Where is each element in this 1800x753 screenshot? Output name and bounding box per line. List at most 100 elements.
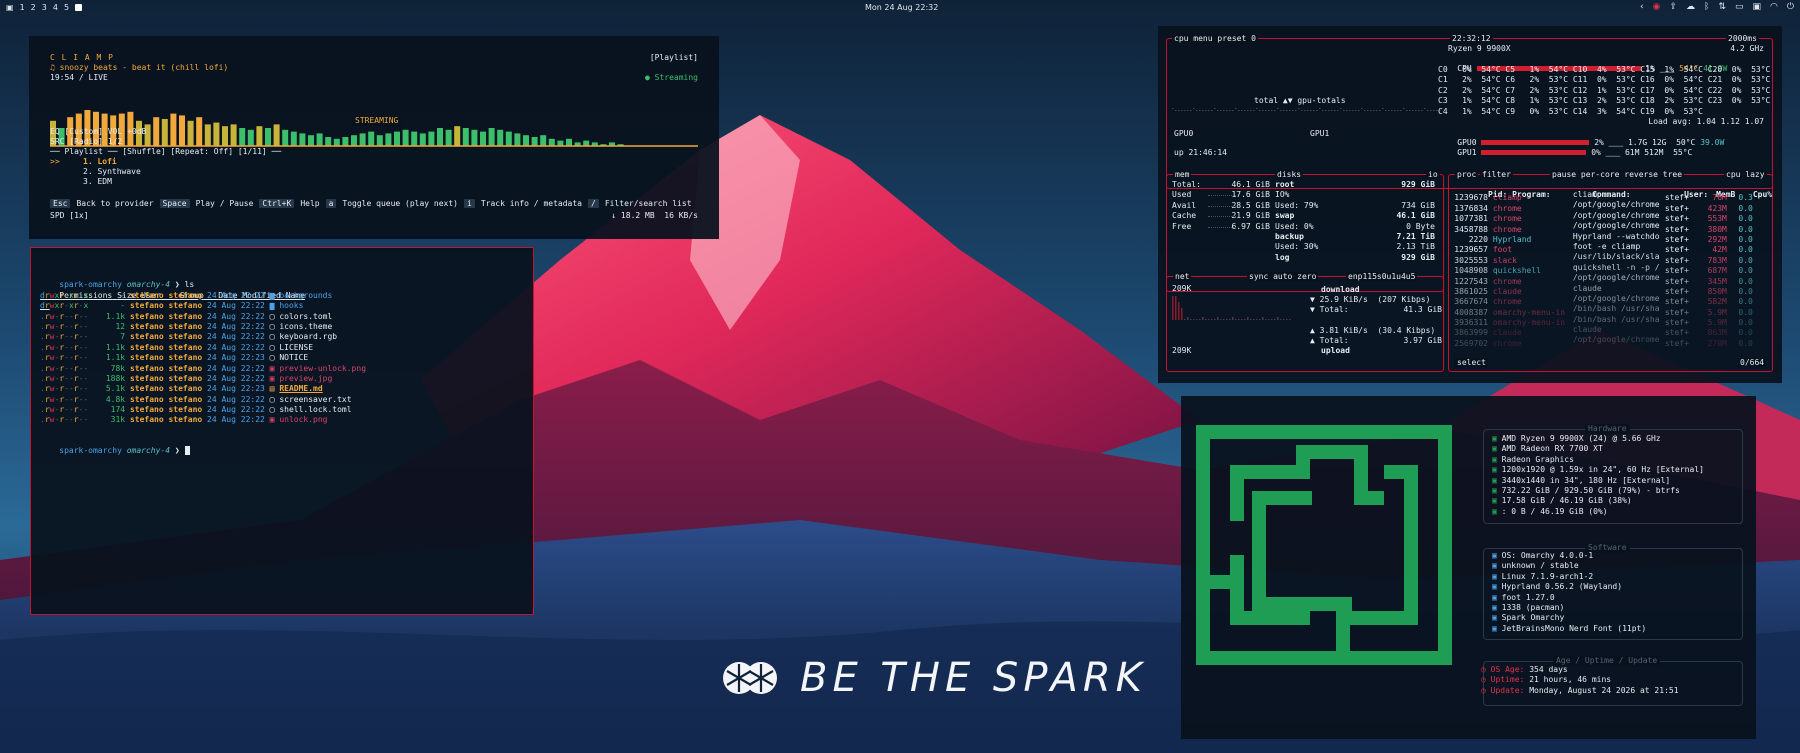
disk-row: Used: 30% 2.13 TiB [1275,242,1435,252]
workspace-active-indicator[interactable] [75,3,83,11]
playlist-item-3[interactable]: 3. EDM [83,177,112,187]
app-launcher-icon[interactable]: ▣ [6,3,14,12]
ls-row: .rw-r--r-- 1.1k stefano stefano 24 Aug 2… [40,353,309,363]
recording-indicator-icon[interactable]: ◉ [1653,2,1661,12]
file-icon: ▢ [269,353,275,363]
file-name[interactable]: preview-unlock.png [279,364,366,373]
process-row[interactable]: 1077381 chrome/opt/google/chrome stef+ 553… [1450,211,1753,223]
shortcut-key-slash[interactable]: / [587,199,599,208]
btop-clock: 22:32:12 [1450,34,1493,43]
bluetooth-icon[interactable]: ᛒ [1704,2,1709,12]
shortcut-key-a[interactable]: a [325,199,337,208]
speed-status: SPD [1x] [50,211,89,220]
net-download-rate: ▼ 25.9 KiB/s (207 Kibps) [1310,295,1431,304]
workspace-5[interactable]: 5 [64,3,69,12]
process-row[interactable]: 3936311 omarchy-menu-in/bin/bash /usr/sh… [1450,315,1753,327]
network-icon[interactable]: ⇅ [1718,2,1726,12]
file-name[interactable]: unlock.png [279,415,327,424]
gpu1-row: GPU1 0% ▁▁▁ 61M 512M 55°C [1457,148,1693,158]
playlist-item-1[interactable]: 1. Lofi [83,157,117,167]
power-icon[interactable]: ⏻ [1787,2,1794,12]
file-name[interactable]: icons.theme [279,322,332,331]
workspace-3[interactable]: 3 [42,3,47,12]
file-name[interactable]: backgrounds [279,291,332,300]
process-row[interactable]: 3861025 claude claude stef+ 850M 0.0 [1450,284,1753,296]
workspace-4[interactable]: 4 [53,3,58,12]
proc-filter[interactable]: filter [1480,170,1513,179]
cliamp-window[interactable]: C L I A M P [Playlist] ♫ snoozy beats - … [29,36,719,239]
workspace-switcher: ▣ 1 2 3 4 5 [6,3,83,12]
file-name[interactable]: screensaver.txt [279,395,351,404]
playlist-cursor: >> [50,157,60,166]
clock[interactable]: Mon 24 Aug 22:32 [865,3,938,12]
omarchy-logo [1196,425,1452,665]
process-row[interactable]: 4008387 omarchy-menu-in/bin/bash /usr/sh… [1450,304,1753,316]
shortcut-key-ctrl-k[interactable]: Ctrl+K [259,199,295,208]
file-name[interactable]: keyboard.rgb [279,332,337,341]
cliamp-view-label[interactable]: [Playlist] [650,53,698,63]
shortcut-key-space[interactable]: Space [159,199,190,208]
proc-sort[interactable]: cpu lazy [1724,170,1767,179]
chevron-left-icon[interactable]: ‹ [1640,2,1644,12]
playlist-header: ── Playlist ── [Shuffle] [Repeat: Off] [… [50,147,282,156]
net-upload-total-label: ▲ Total: [1310,336,1349,345]
net-interface[interactable]: enp115s0u1u4u5 [1346,272,1418,281]
net-upload-rate: ▲ 3.81 KiB/s (30.4 Kibps) [1310,326,1436,335]
process-row[interactable]: 3863999 claude claude stef+ 863M 0.0 [1450,325,1753,337]
spectrum-bar [213,122,220,146]
file-name[interactable]: LICENSE [279,343,313,352]
hardware-title: Hardware [1585,424,1630,435]
terminal-prompt-current[interactable]: spark-omarchy omarchy-4 ❯ [40,436,524,456]
shortcut-key-esc[interactable]: Esc [50,199,71,208]
update-icon[interactable]: ⇪ [1669,2,1677,12]
uptime-list: ◷ OS Age: 354 days ◷ Uptime: 21 hours, 46… [1481,665,1679,696]
process-row[interactable]: 3667674 chrome/opt/google/chrome stef+ 582… [1450,294,1753,306]
streaming-label: STREAMING [352,116,402,127]
info-icon: ▣ [1492,623,1497,633]
cpu-core-row: C0 0% 54°C C5 1% 54°C C10 4% 53°C C15 1%… [1438,65,1771,74]
file-name[interactable]: preview.jpg [279,374,332,383]
brand-logo: BE THE SPARK [722,655,1147,701]
ls-row: .rw-r--r-- 4.8k stefano stefano 24 Aug 2… [40,394,352,404]
file-name[interactable]: README.md [279,384,322,393]
file-name[interactable]: colors.toml [279,312,332,321]
net-mode-tabs[interactable]: sync auto zero [1247,272,1319,281]
system-tray: ‹ ◉ ⇪ ☁ ᛒ ⇅ ▭ ▣ ◠ ⏻ [1640,2,1794,12]
headphones-icon[interactable]: ◠ [1770,2,1778,12]
file-name[interactable]: NOTICE [279,353,308,362]
btop-interval[interactable]: 2000ms [1726,34,1759,43]
shortcut-key-i[interactable]: i [464,199,475,208]
cloud-icon[interactable]: ☁ [1686,2,1695,12]
process-row[interactable]: 1227543 chrome/opt/google/chrome stef+ 345… [1450,273,1753,285]
process-row[interactable]: 2569702 chrome/opt/google/chrome stef+ 270… [1450,335,1753,347]
display-icon[interactable]: ▭ [1735,2,1744,12]
terminal-window[interactable]: spark-omarchy omarchy-4 ❯ ls Permissions… [30,247,534,615]
proc-options[interactable]: pause per-core reverse tree [1550,170,1685,179]
btop-preset[interactable]: preset 0 [1217,34,1256,43]
disks-io-toggle[interactable]: io [1426,170,1440,179]
workspace-2[interactable]: 2 [31,3,36,12]
process-row[interactable]: 3025553 slack/usr/lib/slack/sla stef+ 783M… [1450,252,1753,264]
btop-tab-cpu[interactable]: cpu [1174,34,1188,43]
terminal-prompt: spark-omarchy omarchy-4 ❯ ls [59,280,195,290]
mem-row: Total: 46.1 GiB [1172,180,1270,189]
proc-select-label[interactable]: select [1455,358,1488,367]
file-icon: ▣ [269,373,275,383]
process-row[interactable]: 2220 Hyprland Hyprland --watchdo stef+ 292M… [1450,232,1753,244]
process-row[interactable]: 1048908 quickshell quickshell -n -p / stef… [1450,263,1753,275]
source-status: SRC [Radio] 1/2 [50,137,123,146]
workspace-1[interactable]: 1 [20,3,25,12]
btop-window[interactable]: cpu menu preset 0 22:32:12 2000ms total … [1158,26,1782,383]
fastfetch-window[interactable]: Hardware ▣ AMD Ryzen 9 9900X (24) @ 5.66… [1181,396,1756,739]
monitor-icon[interactable]: ▣ [1753,2,1762,12]
process-row[interactable]: 1376834 chrome/opt/google/chrome stef+ 423… [1450,200,1753,212]
spectrum-bar [548,138,555,146]
process-row[interactable]: 3458788 chrome/opt/google/chrome stef+ 380… [1450,221,1753,233]
file-name[interactable]: shell.lock.toml [279,405,351,414]
playlist-item-2[interactable]: 2. Synthwave [83,167,141,177]
process-row[interactable]: 1239678 cliamp cliamp stef+ 76M 0.3 [1450,190,1753,202]
btop-tab-menu[interactable]: menu [1193,34,1212,43]
net-download-total: 41.3 GiB [1403,305,1442,314]
process-row[interactable]: 1239657 foot foot -e cliamp stef+ 42M 0.0 [1450,242,1753,254]
file-name[interactable]: hooks [279,301,303,310]
